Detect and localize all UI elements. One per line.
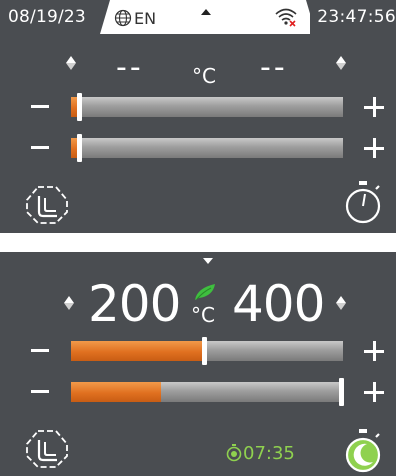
bottom-slider-2[interactable] — [71, 378, 344, 406]
decrease-button[interactable] — [31, 349, 49, 352]
right-temp-value: -- — [260, 50, 288, 85]
mode-icon[interactable] — [24, 184, 70, 226]
left-updown-icon[interactable] — [64, 296, 74, 310]
wifi-off-icon — [275, 8, 297, 27]
right-temp-value: 400 — [232, 275, 325, 333]
slider-handle[interactable] — [202, 337, 207, 365]
top-slider-2[interactable] — [71, 134, 343, 162]
language-selector[interactable]: EN — [114, 8, 156, 28]
top-panel: 08/19/23 EN 23:47:56 -- °C -- — [0, 0, 396, 233]
decrease-button[interactable] — [31, 390, 49, 393]
slider-fill — [71, 341, 204, 361]
increase-button[interactable] — [364, 382, 384, 402]
left-updown-icon[interactable] — [66, 56, 76, 70]
bottom-slider-row-1 — [0, 336, 396, 366]
slider-handle[interactable] — [77, 134, 82, 162]
temp-unit: °C — [191, 303, 215, 327]
up-caret-icon[interactable] — [201, 9, 211, 15]
mode-icon[interactable] — [24, 428, 70, 470]
status-bar: 08/19/23 EN 23:47:56 — [0, 0, 396, 34]
down-caret-icon[interactable] — [203, 258, 213, 264]
increase-button[interactable] — [364, 97, 384, 117]
timer-small-icon — [226, 444, 242, 462]
timer-value: 07:35 — [243, 443, 295, 464]
increase-button[interactable] — [364, 341, 384, 361]
left-temp-value: -- — [116, 50, 144, 85]
top-slider-1[interactable] — [71, 93, 343, 121]
time-tab: 23:47:56 — [310, 0, 396, 34]
date-tab: 08/19/23 — [0, 0, 110, 34]
right-updown-icon[interactable] — [336, 56, 346, 70]
leaf-icon — [195, 284, 215, 300]
bottom-slider-1[interactable] — [71, 337, 343, 365]
decrease-button[interactable] — [31, 105, 49, 108]
moon-stopwatch-icon[interactable] — [343, 428, 383, 474]
globe-icon — [114, 9, 132, 27]
status-center: EN — [100, 0, 316, 34]
bottom-slider-row-2 — [0, 377, 396, 407]
stopwatch-icon[interactable] — [343, 180, 383, 226]
temp-unit: °C — [192, 64, 216, 88]
date-text: 08/19/23 — [8, 7, 86, 27]
language-label: EN — [134, 8, 157, 28]
top-slider-row-1 — [0, 92, 396, 122]
left-temp-value: 200 — [88, 275, 181, 333]
increase-button[interactable] — [364, 138, 384, 158]
slider-handle[interactable] — [77, 93, 82, 121]
slider-handle[interactable] — [339, 378, 344, 406]
right-updown-icon[interactable] — [336, 296, 346, 310]
decrease-button[interactable] — [31, 146, 49, 149]
top-slider-row-2 — [0, 133, 396, 163]
time-text: 23:47:56 — [317, 7, 396, 27]
slider-fill — [71, 382, 161, 402]
